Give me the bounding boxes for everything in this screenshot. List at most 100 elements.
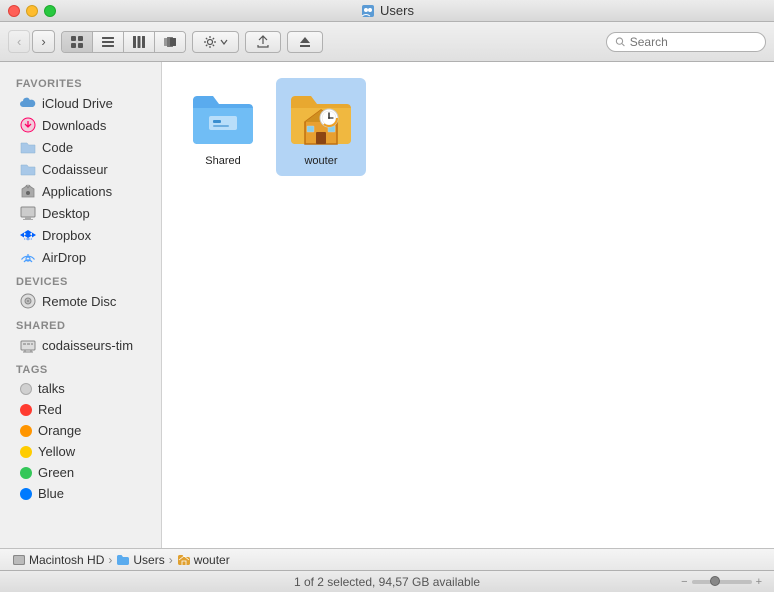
view-toggle[interactable] [61, 31, 186, 53]
folder-icon-shared [191, 86, 255, 150]
applications-icon [20, 183, 36, 199]
blue-folder-icon [191, 90, 255, 146]
sidebar-item-applications[interactable]: Applications [4, 180, 157, 202]
eject-button[interactable] [287, 31, 323, 53]
title-bar: Users [0, 0, 774, 22]
tag-dot-orange [20, 425, 32, 437]
tag-dot-red [20, 404, 32, 416]
search-bar[interactable] [606, 32, 766, 52]
sidebar-item-remote-disc[interactable]: Remote Disc [4, 290, 157, 312]
icloud-icon [20, 95, 36, 111]
close-button[interactable] [8, 5, 20, 17]
sidebar-item-tag-orange[interactable]: Orange [4, 420, 157, 441]
hd-icon [12, 554, 26, 566]
disc-icon [20, 293, 36, 309]
sidebar-item-desktop[interactable]: Desktop [4, 202, 157, 224]
share-icon [256, 35, 270, 49]
file-item-wouter[interactable]: wouter [276, 78, 366, 176]
sidebar-item-tag-yellow[interactable]: Yellow [4, 441, 157, 462]
home-crumb-icon [177, 554, 191, 566]
zoom-minus[interactable]: − [681, 576, 687, 588]
sidebar-item-label: Remote Disc [42, 294, 116, 309]
breadcrumb-bar: Macintosh HD › Users › wouter [0, 548, 774, 570]
zoom-track[interactable] [692, 580, 752, 584]
toolbar: ‹ › [0, 22, 774, 62]
eject-icon [298, 35, 312, 49]
breadcrumb-wouter[interactable]: wouter [177, 553, 230, 567]
breadcrumb-users[interactable]: Users [116, 553, 164, 567]
folder-icon-wouter [289, 86, 353, 150]
sidebar-item-tag-talks[interactable]: talks [4, 378, 157, 399]
window-title: Users [360, 3, 414, 19]
sidebar-item-label: Dropbox [42, 228, 91, 243]
breadcrumb-macintosh-hd[interactable]: Macintosh HD [12, 553, 104, 567]
sidebar-item-label: AirDrop [42, 250, 86, 265]
zoom-plus[interactable]: + [756, 576, 762, 588]
chevron-down-icon [220, 38, 228, 46]
folder-icon [20, 161, 36, 177]
network-icon [20, 337, 36, 353]
folder-crumb-icon [116, 554, 130, 566]
main-area: Favorites iCloud Drive Downloads [0, 62, 774, 548]
list-view-icon [101, 35, 115, 49]
breadcrumb-label: wouter [194, 553, 230, 567]
file-label-shared: Shared [205, 154, 240, 168]
sidebar-item-label: Desktop [42, 206, 90, 221]
sidebar-item-tag-red[interactable]: Red [4, 399, 157, 420]
home-folder-icon [289, 90, 353, 146]
devices-label: Devices [0, 268, 161, 290]
window-title-text: Users [380, 3, 414, 18]
desktop-icon [20, 205, 36, 221]
sidebar-item-label: Applications [42, 184, 112, 199]
gear-icon [203, 35, 217, 49]
airdrop-icon [20, 249, 36, 265]
column-view-icon [132, 35, 146, 49]
sidebar-item-tag-blue[interactable]: Blue [4, 483, 157, 504]
sidebar-item-airdrop[interactable]: AirDrop [4, 246, 157, 268]
sidebar-item-label: Orange [38, 423, 81, 438]
sidebar-item-label: iCloud Drive [42, 96, 113, 111]
forward-button[interactable]: › [32, 30, 54, 53]
sidebar-item-codaisseur[interactable]: Codaisseur [4, 158, 157, 180]
zoom-slider[interactable]: − + [512, 576, 762, 588]
breadcrumb-label: Users [133, 553, 164, 567]
favorites-label: Favorites [0, 70, 161, 92]
view-list-button[interactable] [93, 32, 124, 52]
tags-label: Tags [0, 356, 161, 378]
sidebar-item-label: Downloads [42, 118, 106, 133]
sidebar-item-tag-green[interactable]: Green [4, 462, 157, 483]
nav-buttons[interactable]: ‹ › [8, 30, 55, 53]
breadcrumb-label: Macintosh HD [29, 553, 104, 567]
sidebar-item-label: Yellow [38, 444, 75, 459]
window-controls[interactable] [8, 5, 56, 17]
sidebar-item-codaisseurs-tim[interactable]: codaisseurs-tim [4, 334, 157, 356]
view-cover-button[interactable] [155, 32, 185, 52]
sidebar-item-icloud-drive[interactable]: iCloud Drive [4, 92, 157, 114]
zoom-thumb[interactable] [710, 576, 720, 586]
sidebar-item-label: talks [38, 381, 65, 396]
sidebar-item-dropbox[interactable]: Dropbox [4, 224, 157, 246]
minimize-button[interactable] [26, 5, 38, 17]
file-item-shared[interactable]: Shared [178, 78, 268, 176]
back-button[interactable]: ‹ [8, 30, 30, 53]
share-button[interactable] [245, 31, 281, 53]
sidebar-item-label: Green [38, 465, 74, 480]
file-label-wouter: wouter [304, 154, 337, 168]
tag-dot-yellow [20, 446, 32, 458]
sidebar-item-code[interactable]: Code [4, 136, 157, 158]
sidebar-item-downloads[interactable]: Downloads [4, 114, 157, 136]
maximize-button[interactable] [44, 5, 56, 17]
tag-dot-talks [20, 383, 32, 395]
breadcrumb-sep-2: › [169, 553, 173, 567]
view-icon-button[interactable] [62, 32, 93, 52]
search-input[interactable] [630, 35, 757, 49]
action-button[interactable] [192, 31, 239, 53]
users-icon [360, 3, 376, 19]
icon-view-icon [70, 35, 84, 49]
sidebar-item-label: Red [38, 402, 62, 417]
view-column-button[interactable] [124, 32, 155, 52]
cover-view-icon [163, 35, 177, 49]
dropbox-icon [20, 227, 36, 243]
sidebar-item-label: Codaisseur [42, 162, 108, 177]
shared-label: Shared [0, 312, 161, 334]
